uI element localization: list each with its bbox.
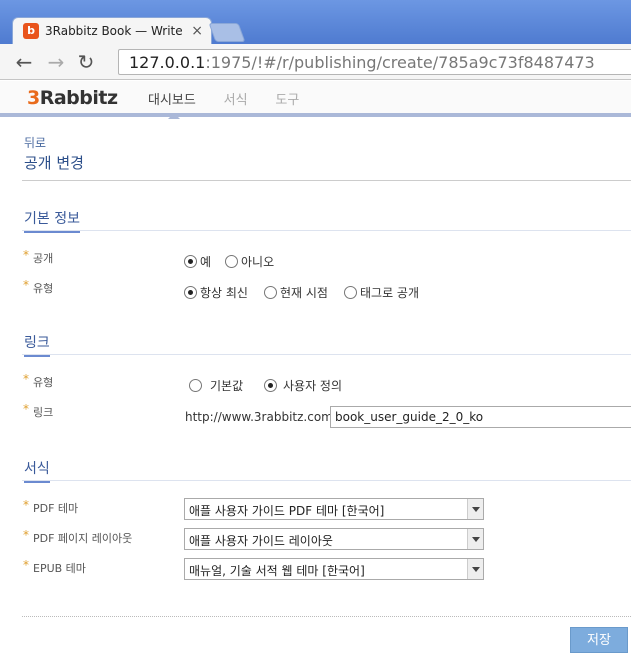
nav-dashboard-label: 대시보드 — [148, 93, 196, 108]
save-button[interactable]: 저장 — [570, 627, 628, 653]
address-url[interactable]: 127.0.0.1:1975/!#/r/publishing/create/78… — [129, 53, 595, 72]
browser-toolbar: ← → ↻ 127.0.0.1:1975/!#/r/publishing/cre… — [0, 44, 631, 80]
radio-label: 사용자 정의 — [283, 379, 343, 393]
radio-checked-icon[interactable] — [264, 379, 277, 392]
label-text: 유형 — [33, 376, 54, 389]
radio-public-yes[interactable]: 예 — [184, 253, 211, 270]
link-input[interactable]: book_user_guide_2_0_ko — [330, 406, 631, 428]
select-value: 애플 사용자 가이드 레이아웃 — [189, 534, 333, 548]
field-label-link-type: * 유형 — [23, 372, 54, 390]
app-navbar: 3Rabbitz 대시보드 서식 도구 — [0, 81, 631, 119]
field-label-public: * 공개 — [23, 248, 54, 266]
field-label-pdf-theme: * PDF 테마 — [23, 498, 79, 516]
radio-link-custom[interactable]: 사용자 정의 — [264, 377, 342, 394]
browser-tabstrip: b 3Rabbitz Book — Write d × — [0, 0, 631, 44]
label-text: PDF 테마 — [33, 502, 79, 515]
nav-tools[interactable]: 도구 — [275, 89, 299, 108]
url-path: :1975/!#/r/publishing/create/785a9c73f84… — [205, 53, 595, 72]
footer-divider — [22, 616, 631, 617]
section-divider — [22, 354, 631, 355]
tab-close-icon[interactable]: × — [191, 23, 203, 39]
required-star-icon: * — [23, 248, 29, 262]
radio-unchecked-icon[interactable] — [344, 286, 357, 299]
page-title: 공개 변경 — [24, 154, 84, 172]
logo-number: 3 — [27, 87, 40, 109]
section-divider — [22, 230, 631, 231]
radio-checked-icon[interactable] — [184, 286, 197, 299]
chevron-down-icon[interactable] — [467, 559, 483, 579]
label-text: 유형 — [33, 282, 54, 295]
radio-unchecked-icon[interactable] — [189, 379, 202, 392]
radio-checked-icon[interactable] — [184, 255, 197, 268]
required-star-icon: * — [23, 528, 29, 542]
field-label-pdf-layout: * PDF 페이지 레이아웃 — [23, 528, 133, 546]
back-arrow-icon[interactable]: ← — [12, 50, 36, 74]
app-logo[interactable]: 3Rabbitz — [27, 87, 118, 109]
radio-label: 태그로 공개 — [360, 286, 420, 300]
radio-link-default[interactable]: 기본값 — [189, 377, 243, 394]
radio-type-tag[interactable]: 태그로 공개 — [344, 284, 419, 301]
radio-label: 현재 시점 — [280, 286, 328, 300]
pdf-theme-select[interactable]: 애플 사용자 가이드 PDF 테마 [한국어] — [184, 498, 484, 520]
required-star-icon: * — [23, 278, 29, 292]
radio-unchecked-icon[interactable] — [225, 255, 238, 268]
radio-label: 항상 최신 — [200, 286, 248, 300]
field-label-type: * 유형 — [23, 278, 54, 296]
nav-dashboard[interactable]: 대시보드 — [148, 89, 196, 119]
reload-icon[interactable]: ↻ — [74, 50, 98, 74]
required-star-icon: * — [23, 558, 29, 572]
radio-label: 기본값 — [210, 379, 244, 393]
section-divider — [22, 480, 631, 481]
tab-title: 3Rabbitz Book — Write d — [45, 24, 185, 38]
required-star-icon: * — [23, 372, 29, 386]
new-tab-button[interactable] — [208, 23, 246, 42]
radio-type-current[interactable]: 현재 시점 — [264, 284, 328, 301]
radio-unchecked-icon[interactable] — [264, 286, 277, 299]
active-caret-icon — [168, 113, 180, 119]
nav-formats[interactable]: 서식 — [224, 89, 248, 108]
field-label-epub-theme: * EPUB 테마 — [23, 558, 86, 576]
field-label-link: * 링크 — [23, 402, 54, 420]
label-text: EPUB 테마 — [33, 562, 86, 575]
url-host: 127.0.0.1 — [129, 53, 206, 72]
back-link[interactable]: 뒤로 — [24, 134, 46, 151]
chevron-down-icon[interactable] — [467, 529, 483, 549]
radio-label: 예 — [200, 255, 212, 269]
address-bar[interactable]: 127.0.0.1:1975/!#/r/publishing/create/78… — [118, 49, 631, 75]
required-star-icon: * — [23, 498, 29, 512]
app-favicon-icon: b — [23, 23, 39, 39]
label-text: 링크 — [33, 406, 54, 419]
select-value: 매뉴얼, 기술 서적 웹 테마 [한국어] — [189, 564, 365, 578]
required-star-icon: * — [23, 402, 29, 416]
main-nav: 대시보드 서식 도구 — [148, 89, 323, 119]
radio-type-latest[interactable]: 항상 최신 — [184, 284, 248, 301]
browser-tab[interactable]: b 3Rabbitz Book — Write d × — [12, 17, 212, 44]
radio-public-no[interactable]: 아니오 — [225, 253, 274, 270]
logo-text: Rabbitz — [39, 87, 118, 109]
pdf-layout-select[interactable]: 애플 사용자 가이드 레이아웃 — [184, 528, 484, 550]
link-prefix: http://www.3rabbitz.com/ — [185, 410, 337, 424]
epub-theme-select[interactable]: 매뉴얼, 기술 서적 웹 테마 [한국어] — [184, 558, 484, 580]
chevron-down-icon[interactable] — [467, 499, 483, 519]
radio-label: 아니오 — [241, 255, 275, 269]
divider — [22, 180, 631, 181]
select-value: 애플 사용자 가이드 PDF 테마 [한국어] — [189, 504, 385, 518]
label-text: PDF 페이지 레이아웃 — [33, 532, 133, 545]
forward-arrow-icon[interactable]: → — [44, 50, 68, 74]
label-text: 공개 — [33, 252, 54, 265]
